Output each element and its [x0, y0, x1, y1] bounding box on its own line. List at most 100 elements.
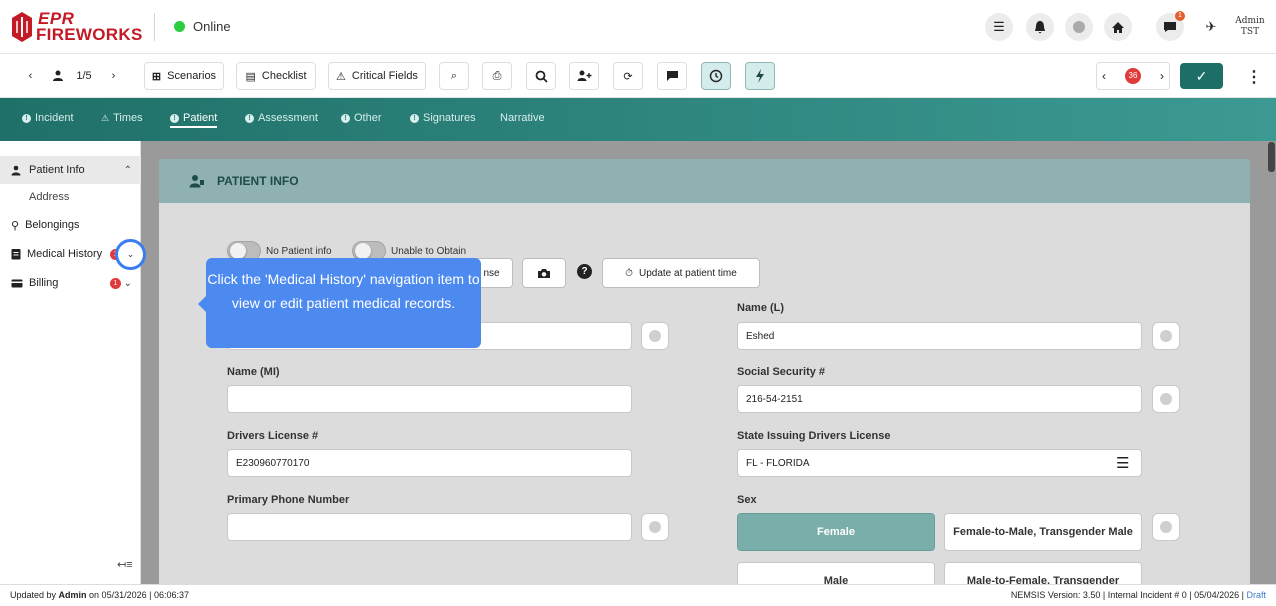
user-name: Admin	[1235, 16, 1265, 26]
scrollbar[interactable]	[1268, 142, 1275, 172]
divider	[154, 13, 155, 41]
collapse-sidebar-icon[interactable]: ↤≡	[117, 558, 133, 571]
ssn-clear-button[interactable]	[1152, 385, 1180, 413]
primary-phone-field[interactable]	[227, 513, 632, 541]
name-last-clear-button[interactable]	[1152, 322, 1180, 350]
tab-label: Narrative	[500, 112, 545, 124]
home-icon[interactable]	[1104, 13, 1132, 41]
lightning-icon[interactable]	[745, 62, 775, 90]
bell-icon[interactable]	[1026, 13, 1054, 41]
chevron-down-icon: ⌄	[126, 249, 135, 259]
sidebar-item-belongings[interactable]: ⚲ Belongings	[0, 211, 141, 239]
sidebar-item-label: Medical History	[27, 248, 103, 260]
alert-icon: !	[22, 113, 31, 123]
list-select-icon[interactable]: ☰	[1116, 454, 1129, 472]
phone-clear-button[interactable]	[641, 513, 669, 541]
print-icon[interactable]: ⎙	[482, 62, 512, 90]
sex-clear-button[interactable]	[1152, 513, 1180, 541]
primary-phone-label: Primary Phone Number	[227, 494, 350, 506]
tab-incident[interactable]: ! Incident	[22, 112, 74, 124]
tab-label: Patient	[183, 112, 218, 124]
updated-by: Admin	[58, 590, 87, 600]
patient-icon	[53, 70, 64, 81]
add-person-icon[interactable]	[569, 62, 599, 90]
patient-info-icon	[189, 175, 204, 188]
refresh-icon[interactable]: ⟳	[613, 62, 643, 90]
tab-assessment[interactable]: ! Assessment	[245, 112, 318, 124]
state-dl-select[interactable]: FL - FLORIDA	[737, 449, 1142, 477]
sidebar-item-label: Belongings	[25, 219, 80, 231]
guide-tooltip: Click the 'Medical History' navigation i…	[198, 258, 481, 348]
chevron-down-icon[interactable]: ⌄	[124, 278, 132, 289]
sex-option-ftm[interactable]: Female-to-Male, Transgender Male	[944, 513, 1142, 551]
status-text: Online	[193, 19, 231, 34]
sex-option-male[interactable]: Male	[737, 562, 935, 584]
toolbar: ‹ 1/5 › ⊞ Scenarios ▤ Checklist ⚠ Critic…	[0, 54, 1276, 98]
sidebar-item-patient-info[interactable]: Patient Info ⌃	[0, 156, 141, 184]
checkmark-icon: ✓	[1195, 67, 1208, 84]
help-icon[interactable]: ?	[577, 264, 592, 279]
tab-other[interactable]: ! Other	[341, 112, 382, 124]
draft-status[interactable]: Draft	[1246, 590, 1266, 600]
logo: EPR FIREWORKS	[10, 9, 143, 45]
user-menu[interactable]: Admin TST	[1230, 16, 1270, 38]
timer-icon: ⏱	[625, 267, 633, 279]
logo-mark-icon	[12, 12, 32, 42]
tab-patient[interactable]: ! Patient	[170, 112, 218, 128]
drivers-license-label: Drivers License #	[227, 430, 319, 442]
info-icon[interactable]	[1065, 13, 1093, 41]
save-button[interactable]: ✓	[1180, 63, 1223, 89]
camera-icon[interactable]	[522, 258, 566, 288]
scenarios-icon: ⊞	[151, 70, 162, 83]
warning-icon: ⚠	[336, 70, 346, 83]
section-title: PATIENT INFO	[217, 174, 299, 188]
nemsis-text: NEMSIS Version: 3.50 | Internal Incident…	[1010, 590, 1247, 600]
name-last-field[interactable]: Eshed	[737, 322, 1142, 350]
sidebar-item-address[interactable]: Address	[29, 191, 69, 203]
more-options-icon[interactable]: ⋮	[1246, 67, 1262, 87]
name-mi-label: Name (MI)	[227, 366, 280, 378]
sex-option-mtf[interactable]: Male-to-Female, Transgender	[944, 562, 1142, 584]
issue-count-badge: 36	[1125, 68, 1141, 84]
record-navigator: ‹ 1/5 ›	[12, 62, 132, 90]
sidebar-item-billing[interactable]: Billing 1 ⌄	[0, 269, 141, 297]
tab-narrative[interactable]: Narrative	[500, 112, 545, 124]
chevron-up-icon[interactable]: ⌃	[124, 165, 132, 176]
tab-signatures[interactable]: ! Signatures	[410, 112, 476, 124]
tab-label: Times	[113, 112, 143, 124]
sex-option-female[interactable]: Female	[737, 513, 935, 551]
update-patient-time-button[interactable]: ⏱ Update at patient time	[602, 258, 760, 288]
billing-alert-badge: 1	[110, 278, 121, 289]
prev-issue-icon[interactable]: ‹	[1102, 69, 1106, 83]
tab-label: Signatures	[423, 112, 476, 124]
checklist-icon: ▤	[245, 70, 256, 83]
attachment-icon[interactable]: ⌕	[439, 62, 469, 90]
name-mi-field[interactable]	[227, 385, 632, 413]
chat-icon[interactable]	[657, 62, 687, 90]
tab-times[interactable]: ⚠ Times	[101, 112, 143, 124]
clock-icon[interactable]	[701, 62, 731, 90]
ssn-field[interactable]: 216-54-2151	[737, 385, 1142, 413]
top-bar: EPR FIREWORKS Online ☰ 1 ✈ Admin TST	[0, 0, 1276, 54]
logo-text-bottom: FIREWORKS	[36, 25, 143, 44]
person-icon	[11, 165, 21, 175]
scenarios-button[interactable]: ⊞ Scenarios	[144, 62, 224, 90]
name-last-label: Name (L)	[737, 302, 785, 314]
critical-fields-button[interactable]: ⚠ Critical Fields	[328, 62, 426, 90]
checklist-button[interactable]: ▤ Checklist	[236, 62, 316, 90]
search-icon[interactable]	[526, 62, 556, 90]
status-dot-icon	[174, 21, 185, 32]
notifications-icon[interactable]: 1	[1156, 11, 1185, 41]
alert-icon: !	[410, 113, 419, 123]
patient-info-card: PATIENT INFO No Patient info Unable to O…	[159, 159, 1250, 584]
airplane-icon[interactable]: ✈	[1197, 13, 1225, 41]
list-icon[interactable]: ☰	[985, 13, 1013, 41]
next-record-icon[interactable]: ›	[112, 70, 116, 82]
drivers-license-field[interactable]: E230960770170	[227, 449, 632, 477]
next-issue-icon[interactable]: ›	[1160, 69, 1164, 83]
medical-history-expand-highlight[interactable]: ⌄	[115, 239, 146, 270]
name-first-clear-button[interactable]	[641, 322, 669, 350]
notification-badge: 1	[1175, 11, 1185, 21]
prev-record-icon[interactable]: ‹	[29, 70, 33, 82]
updated-suffix: on 05/31/2026 | 06:06:37	[86, 590, 189, 600]
